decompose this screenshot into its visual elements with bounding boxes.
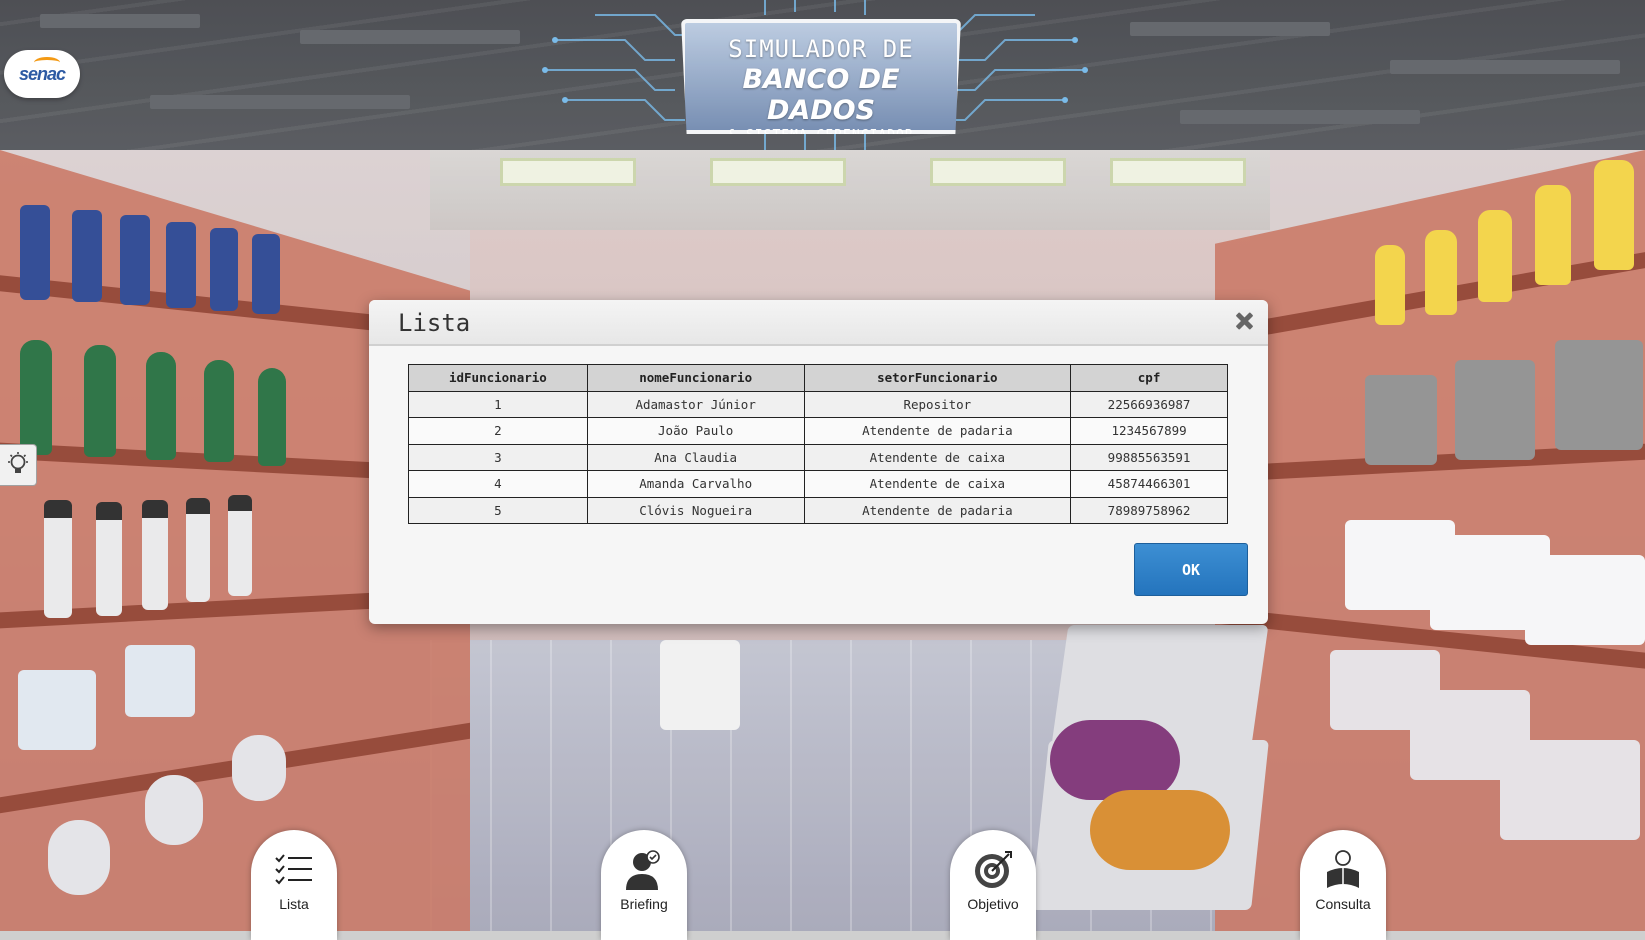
checklist-icon <box>275 854 312 885</box>
table-cell: 5 <box>408 496 588 524</box>
target-icon <box>975 851 1012 888</box>
results-table: idFuncionario nomeFuncionario setorFunci… <box>408 364 1228 524</box>
nav-label: Consulta <box>1315 896 1371 912</box>
table-cell: Atendente de padaria <box>803 417 1072 445</box>
column-header: idFuncionario <box>408 364 588 392</box>
table-cell: João Paulo <box>586 417 805 445</box>
table-row: 2 João Paulo Atendente de padaria 123456… <box>408 417 1228 445</box>
nav-label: Objetivo <box>967 896 1019 912</box>
reader-icon <box>1327 850 1359 888</box>
modal-header: Lista <box>369 300 1268 346</box>
table-cell: Atendente de caixa <box>803 470 1072 498</box>
nav-label: Briefing <box>620 896 668 912</box>
table-row: 1 Adamastor Júnior Repositor 22566936987 <box>408 390 1228 418</box>
table-cell: Adamastor Júnior <box>586 390 805 418</box>
modal-title: Lista <box>398 309 471 337</box>
table-cell: 45874466301 <box>1070 470 1228 498</box>
table-cell: Atendente de padaria <box>803 496 1072 524</box>
person-check-icon <box>626 850 660 890</box>
nav-consulta-button[interactable]: Consulta <box>1300 830 1386 940</box>
table-cell: 1234567899 <box>1070 417 1228 445</box>
column-header: cpf <box>1070 364 1228 392</box>
table-cell: 3 <box>408 443 588 471</box>
nav-briefing-button[interactable]: Briefing <box>601 830 687 940</box>
table-row: 3 Ana Claudia Atendente de caixa 9988556… <box>408 443 1228 471</box>
table-cell: 22566936987 <box>1070 390 1228 418</box>
table-header-row: idFuncionario nomeFuncionario setorFunci… <box>408 364 1228 392</box>
table-row: 5 Clóvis Nogueira Atendente de padaria 7… <box>408 496 1228 524</box>
table-cell: 1 <box>408 390 588 418</box>
table-cell: Ana Claudia <box>586 443 805 471</box>
table-cell: Atendente de caixa <box>803 443 1072 471</box>
table-cell: Repositor <box>803 390 1072 418</box>
lista-modal: Lista idFuncionario nomeFuncionario seto… <box>369 300 1268 624</box>
nav-label: Lista <box>279 896 309 912</box>
close-icon[interactable] <box>1232 309 1256 333</box>
table-cell: 2 <box>408 417 588 445</box>
column-header: setorFuncionario <box>803 364 1072 392</box>
nav-objetivo-button[interactable]: Objetivo <box>950 830 1036 940</box>
table-cell: 99885563591 <box>1070 443 1228 471</box>
table-cell: 4 <box>408 470 588 498</box>
nav-lista-button[interactable]: Lista <box>251 830 337 940</box>
table-cell: Clóvis Nogueira <box>586 496 805 524</box>
table-cell: 78989758962 <box>1070 496 1228 524</box>
column-header: nomeFuncionario <box>586 364 805 392</box>
ok-button[interactable]: OK <box>1134 543 1248 596</box>
table-row: 4 Amanda Carvalho Atendente de caixa 458… <box>408 470 1228 498</box>
table-cell: Amanda Carvalho <box>586 470 805 498</box>
